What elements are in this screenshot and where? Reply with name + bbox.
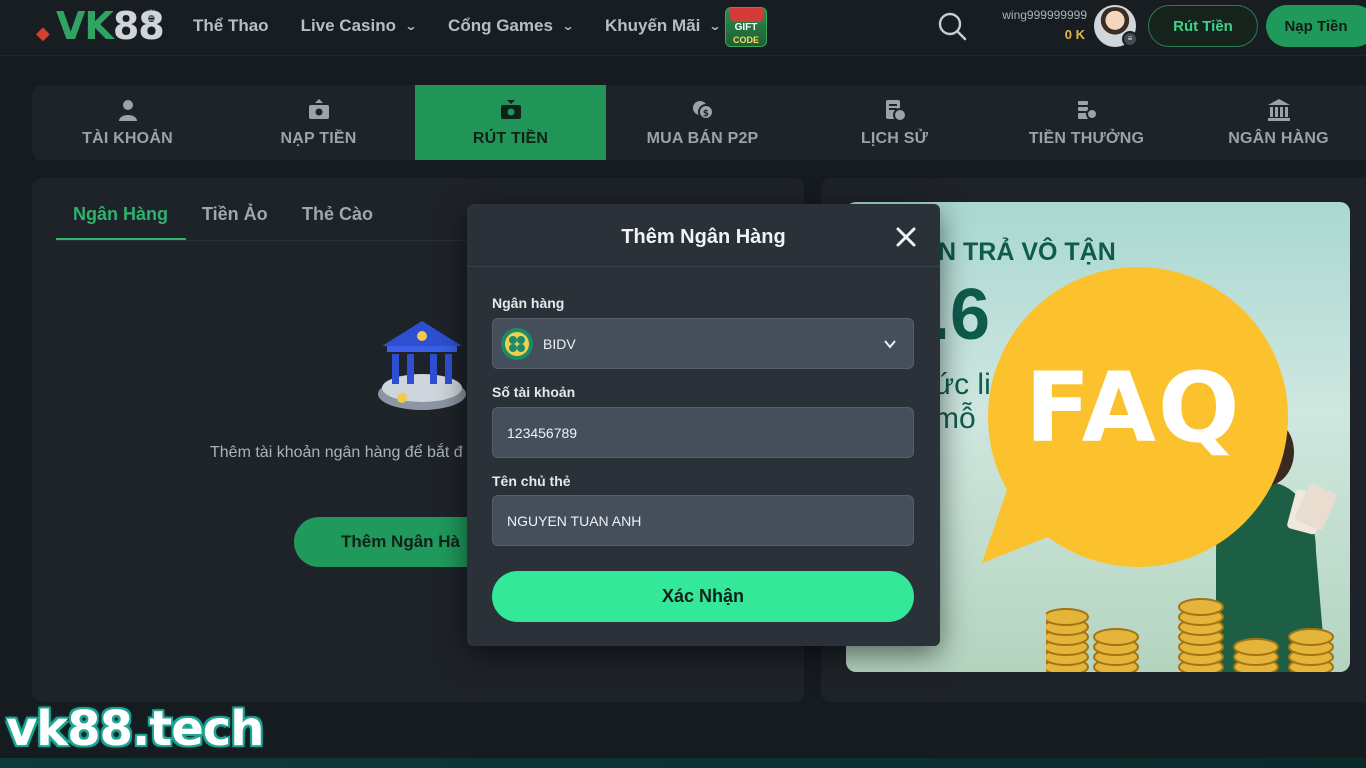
- logo-gem-icon: ◆: [36, 23, 50, 44]
- deposit-icon: [308, 98, 329, 119]
- nav-cong-games[interactable]: Cổng Games ⌄: [448, 16, 575, 36]
- username: wing999999999: [1002, 8, 1087, 22]
- chevron-down-icon: ⌄: [404, 19, 418, 33]
- tab-lich-su[interactable]: LỊCH SỬ: [799, 85, 990, 160]
- chevron-down-icon: ⌄: [708, 19, 722, 33]
- withdraw-icon: [500, 99, 521, 119]
- tab-mua-ban-p2p[interactable]: $ MUA BÁN P2P: [607, 85, 798, 160]
- nav-label: Cổng Games: [448, 16, 553, 35]
- bank-select-value: BIDV: [543, 335, 576, 352]
- subtab-tien-ao[interactable]: Tiền Ảo: [202, 204, 268, 225]
- deposit-button[interactable]: Nạp Tiền: [1266, 5, 1366, 47]
- banner-line2: mỗ: [934, 402, 976, 435]
- modal-header: Thêm Ngân Hàng: [467, 204, 940, 267]
- nav-the-thao[interactable]: Thể Thao: [193, 16, 269, 36]
- tab-label: LỊCH SỬ: [860, 129, 929, 147]
- coins-icon: $: [692, 100, 714, 120]
- account-number-input[interactable]: 123456789: [492, 407, 914, 458]
- tab-ngan-hang[interactable]: NGÂN HÀNG: [1183, 85, 1366, 160]
- withdraw-button[interactable]: Rút Tiền: [1148, 5, 1258, 47]
- tab-label: TIỀN THƯỞNG: [1028, 129, 1145, 147]
- svg-text:$: $: [702, 109, 708, 119]
- vk88-logo[interactable]: ◆ VK88 ♕: [34, 4, 165, 48]
- tab-tai-khoan[interactable]: TÀI KHOẢN: [32, 85, 223, 160]
- tab-label: TÀI KHOẢN: [82, 129, 173, 147]
- holder-name-input[interactable]: NGUYEN TUAN ANH: [492, 495, 914, 546]
- subtab-ngan-hang[interactable]: Ngân Hàng: [73, 204, 168, 225]
- nav-label: Live Casino: [300, 16, 396, 35]
- tab-label: NẠP TIỀN: [280, 129, 357, 147]
- gift-code-line2: CODE: [732, 35, 759, 45]
- avatar[interactable]: ≡: [1094, 5, 1138, 47]
- chevron-down-icon: [884, 340, 896, 349]
- nav-khuyen-mai[interactable]: Khuyến Mãi ⌄: [604, 16, 722, 36]
- active-tab-underline: [56, 238, 186, 240]
- gift-code-button[interactable]: GIFT CODE: [725, 7, 767, 47]
- banner-title: N TRẢ VÔ TẬN: [938, 238, 1116, 266]
- close-icon[interactable]: [893, 224, 919, 250]
- site-watermark: vk88.tech: [6, 701, 264, 757]
- nav-label: Khuyến Mãi: [604, 16, 701, 35]
- main-nav: Thể Thao Live Casino ⌄ Cổng Games ⌄ Khuy…: [193, 0, 752, 52]
- account-tabs: TÀI KHOẢN NẠP TIỀN RÚT TIỀN $ MUA BÁN P2…: [32, 85, 1366, 160]
- gift-box-icon: [730, 8, 764, 22]
- tab-tien-thuong[interactable]: TIỀN THƯỞNG: [991, 85, 1182, 160]
- tab-label: MUA BÁN P2P: [646, 129, 759, 147]
- nav-live-casino[interactable]: Live Casino ⌄: [300, 16, 418, 36]
- search-icon[interactable]: [936, 10, 968, 42]
- user-balance: 0 K: [1064, 27, 1085, 42]
- bottom-strip: [0, 758, 1366, 768]
- nav-label: Thể Thao: [193, 16, 269, 35]
- subtab-the-cao[interactable]: Thẻ Cào: [302, 204, 373, 225]
- bank-select[interactable]: BIDV: [492, 318, 914, 369]
- modal-title: Thêm Ngân Hàng: [621, 226, 786, 248]
- user-icon: [118, 99, 137, 121]
- logo-text-vk: VK: [56, 4, 114, 48]
- account-number-label: Số tài khoản: [492, 384, 576, 400]
- holder-name-label: Tên chủ thẻ: [492, 473, 571, 489]
- history-icon: [885, 99, 907, 122]
- tab-nap-tien[interactable]: NẠP TIỀN: [223, 85, 414, 160]
- bank-label: Ngân hàng: [492, 295, 565, 311]
- bidv-logo-icon: [501, 327, 533, 360]
- chevron-down-icon: ⌄: [561, 19, 575, 33]
- bank-icon: [1267, 98, 1290, 121]
- menu-badge-icon: ≡: [1122, 31, 1138, 47]
- faq-label: FAQ: [1025, 352, 1242, 464]
- add-bank-modal: Thêm Ngân Hàng Ngân hàng BIDV Số tài kho…: [467, 204, 940, 646]
- tab-label: NGÂN HÀNG: [1228, 129, 1329, 147]
- tab-label: RÚT TIỀN: [472, 129, 549, 147]
- logo-crown-icon: ♕: [144, 6, 158, 25]
- bank-illustration-icon: [378, 321, 466, 410]
- empty-bank-message: Thêm tài khoản ngân hàng để bắt đ: [210, 444, 463, 461]
- gift-code-line1: GIFT: [734, 22, 758, 33]
- confirm-button[interactable]: Xác Nhận: [492, 571, 914, 622]
- gold-coins-image: [1046, 598, 1334, 672]
- tab-rut-tien[interactable]: RÚT TIỀN: [415, 85, 606, 160]
- top-header: ◆ VK88 ♕ Thể Thao Live Casino ⌄ Cổng Gam…: [0, 0, 1366, 56]
- bonus-icon: [1077, 100, 1098, 120]
